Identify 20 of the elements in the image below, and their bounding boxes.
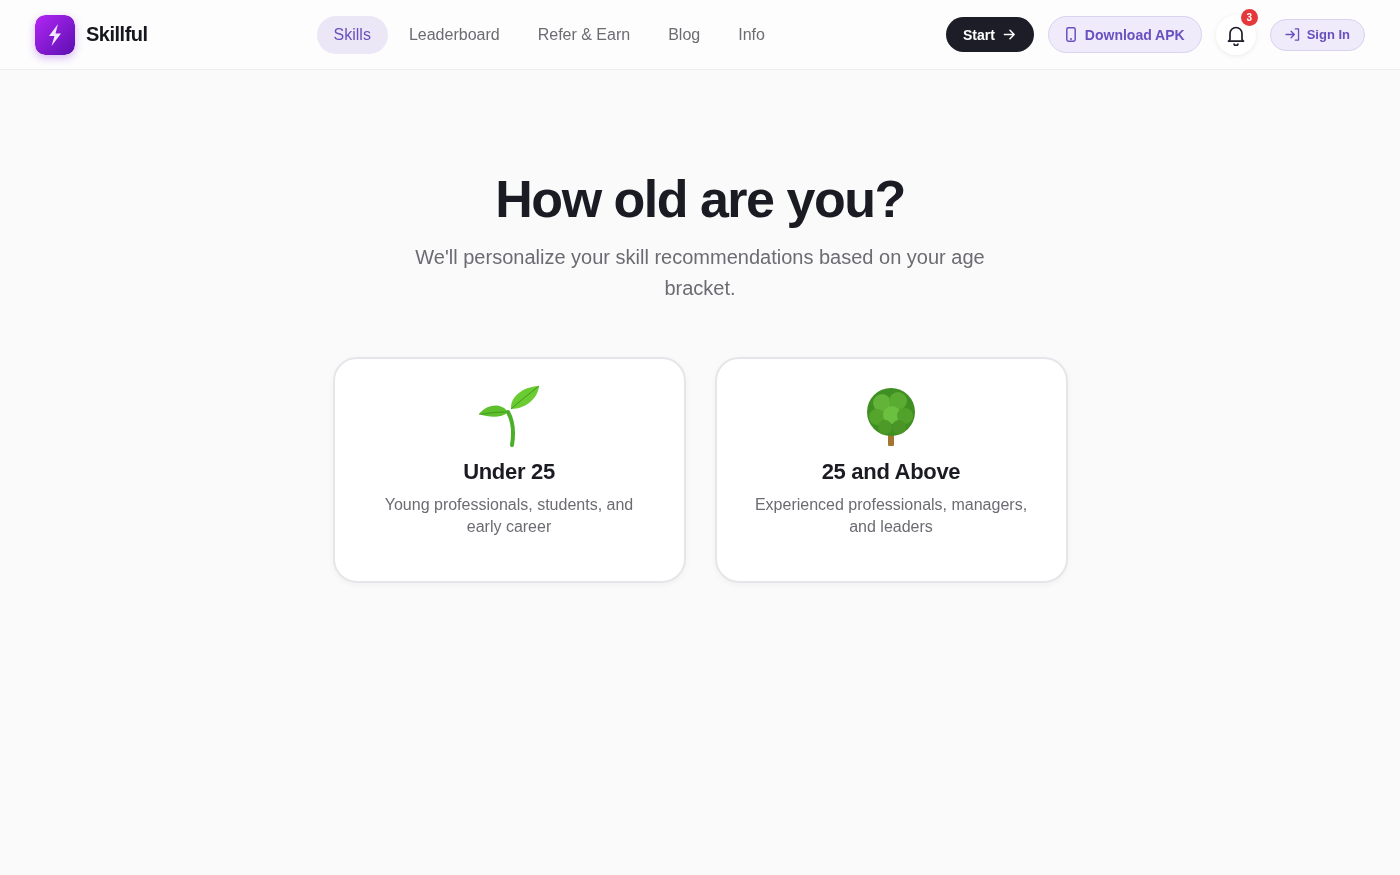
notifications-button[interactable]	[1215, 14, 1256, 55]
brand-name: Skillful	[86, 23, 148, 46]
age-option-card[interactable]: 25 and Above Experienced professionals, managers, and leaders	[714, 357, 1068, 583]
sprout-icon	[478, 385, 540, 447]
nav-link[interactable]: Refer & Earn	[520, 15, 648, 54]
start-button[interactable]: Start	[945, 17, 1034, 52]
sign-in-icon	[1284, 28, 1300, 41]
page-subtitle: We'll personalize your skill recommendations based on your age bracket.	[414, 245, 986, 301]
phone-icon	[1065, 27, 1076, 42]
page-title: How old are you?	[495, 169, 905, 230]
age-option-card[interactable]: Under 25 Young professionals, students, and early career	[332, 357, 686, 583]
notification-count-badge: 3	[1240, 8, 1258, 26]
sign-in-button[interactable]: Sign In	[1269, 18, 1365, 51]
nav-link[interactable]: Leaderboard	[391, 15, 517, 54]
nav-link[interactable]: Blog	[651, 15, 718, 54]
bolt-logo-icon[interactable]	[35, 14, 75, 55]
download-apk-button[interactable]: Download APK	[1047, 16, 1202, 53]
nav-link[interactable]: Skills	[316, 15, 388, 54]
arrow-right-icon	[1002, 28, 1016, 41]
nav-link[interactable]: Info	[721, 15, 782, 54]
